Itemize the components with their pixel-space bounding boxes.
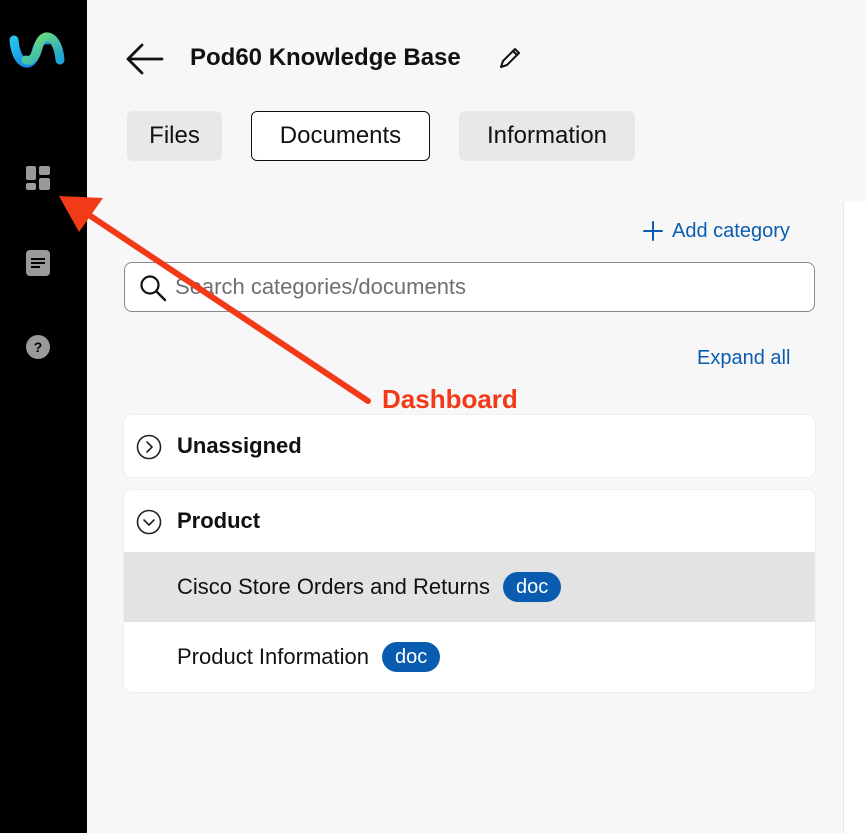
pencil-icon[interactable] bbox=[496, 44, 524, 72]
add-category-label: Add category bbox=[672, 220, 790, 242]
document-row-product-information[interactable]: Product Information doc bbox=[124, 622, 815, 692]
category-card-product: Product Cisco Store Orders and Returns d… bbox=[124, 490, 815, 692]
chevron-right-circle-icon bbox=[136, 434, 162, 460]
chevron-down-circle-icon bbox=[136, 509, 162, 535]
app-window: ? Pod60 Knowledge Base Files Documents I… bbox=[0, 0, 866, 833]
search-icon bbox=[140, 275, 167, 302]
document-icon[interactable] bbox=[24, 248, 52, 276]
right-panel bbox=[843, 202, 866, 833]
add-category-button[interactable]: Add category bbox=[642, 216, 790, 246]
tab-documents[interactable]: Documents bbox=[251, 111, 430, 161]
webex-logo bbox=[9, 32, 65, 68]
search-box bbox=[124, 262, 815, 312]
document-name: Product Information bbox=[177, 644, 369, 669]
category-header-product[interactable]: Product bbox=[124, 490, 815, 552]
category-name: Product bbox=[177, 508, 261, 533]
document-name: Cisco Store Orders and Returns bbox=[177, 574, 491, 599]
tab-files[interactable]: Files bbox=[127, 111, 222, 161]
annotation-label: Dashboard bbox=[382, 384, 518, 414]
sidebar: ? bbox=[0, 0, 87, 833]
arrow-left-icon[interactable] bbox=[124, 40, 164, 78]
dashboard-grid-icon[interactable] bbox=[24, 164, 52, 192]
category-name: Unassigned bbox=[177, 433, 302, 458]
help-icon[interactable]: ? bbox=[24, 333, 52, 361]
plus-icon bbox=[643, 221, 663, 241]
document-row-cisco-store[interactable]: Cisco Store Orders and Returns doc bbox=[124, 552, 815, 622]
svg-text:?: ? bbox=[34, 339, 43, 355]
page-title: Pod60 Knowledge Base bbox=[190, 44, 461, 71]
tab-information[interactable]: Information bbox=[459, 111, 635, 161]
search-input[interactable] bbox=[175, 263, 795, 310]
category-header-unassigned[interactable]: Unassigned bbox=[124, 415, 815, 477]
doc-badge: doc bbox=[503, 572, 562, 602]
category-card-unassigned: Unassigned bbox=[124, 415, 815, 477]
doc-badge: doc bbox=[381, 642, 441, 672]
expand-all-link[interactable]: Expand all bbox=[697, 343, 790, 373]
